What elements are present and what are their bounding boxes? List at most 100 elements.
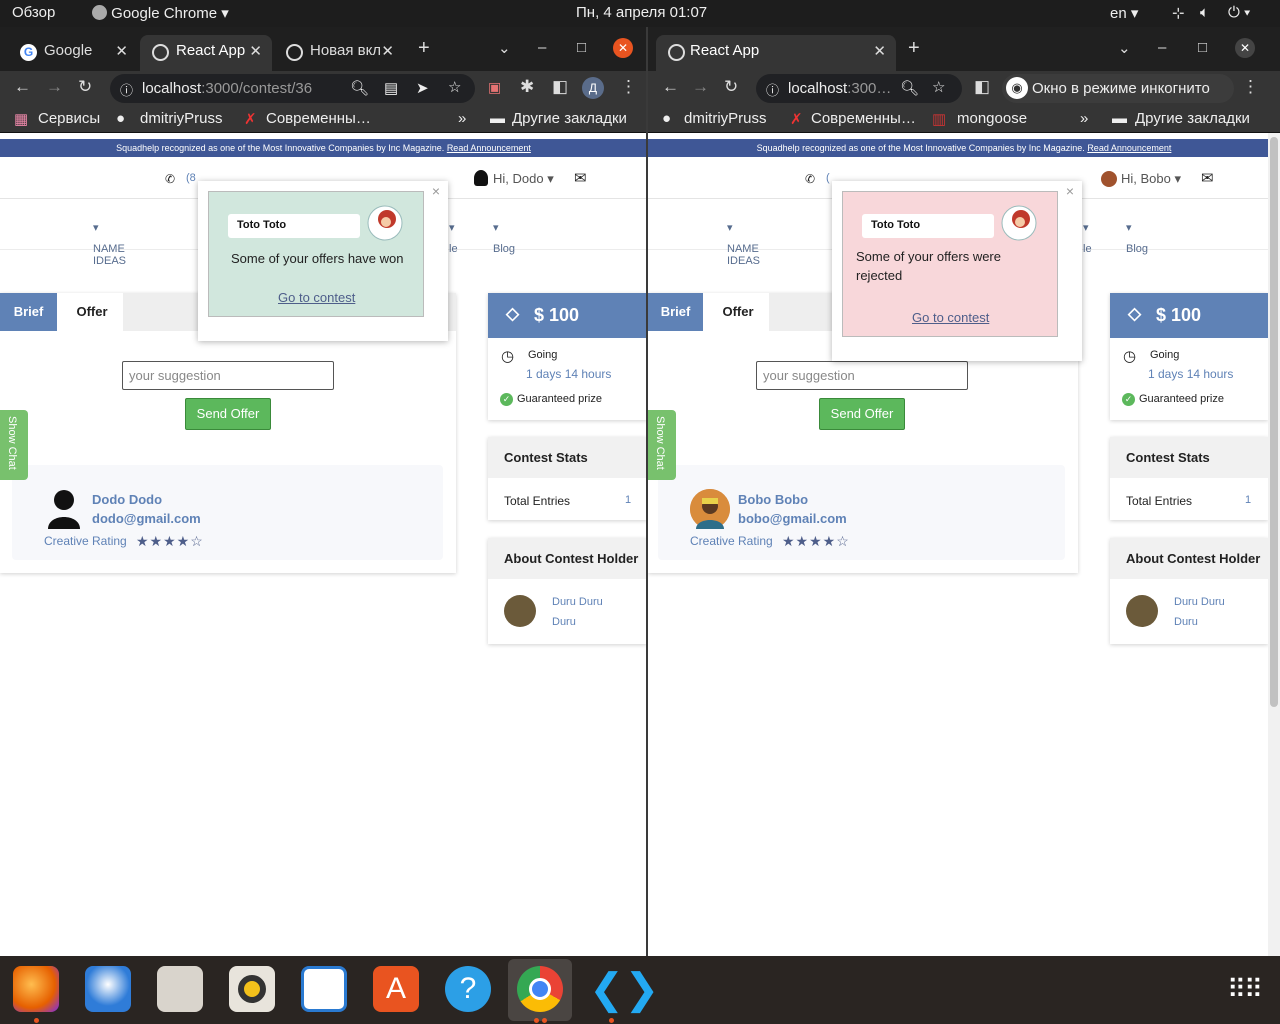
network-icon[interactable]: ⊹ (1172, 4, 1185, 22)
menu-icon[interactable]: ⋮ (1242, 77, 1259, 97)
tab-new[interactable]: Новая вкл ✕ (274, 35, 404, 71)
close-tab-icon[interactable]: ✕ (115, 42, 128, 60)
bookmark-services[interactable]: Сервисы (38, 110, 100, 127)
nav-name-ideas[interactable]: NAME IDEAS ▾ (727, 221, 760, 267)
back-icon[interactable]: ← (14, 77, 31, 97)
nav-item[interactable]: le ▾ (1083, 221, 1092, 255)
forward-icon[interactable]: → (692, 77, 709, 97)
send-offer-button[interactable]: Send Offer (819, 398, 905, 430)
vscode-icon[interactable]: ❮❯ (589, 966, 659, 1012)
tab-brief[interactable]: Brief (0, 293, 57, 331)
thunderbird-icon[interactable] (85, 966, 131, 1012)
maximize-button[interactable]: □ (1198, 39, 1207, 56)
tab-search-icon[interactable]: ⌄ (498, 39, 511, 57)
user-greeting[interactable]: Hi, Bobo ▾ (1121, 171, 1181, 187)
reader-icon[interactable]: ▤ (384, 79, 398, 97)
send-offer-button[interactable]: Send Offer (185, 398, 271, 430)
suggestion-input[interactable]: your suggestion (756, 361, 968, 390)
bookmark-modern[interactable]: Современны… (811, 110, 916, 127)
bookmark-star-icon[interactable]: ☆ (932, 78, 945, 96)
mail-icon[interactable]: ✉ (1201, 169, 1214, 187)
suggestion-input[interactable]: your suggestion (122, 361, 334, 390)
bookmark-star-icon[interactable]: ☆ (448, 78, 461, 96)
tab-brief[interactable]: Brief (648, 293, 703, 331)
menu-icon[interactable]: ⋮ (620, 77, 637, 97)
entry-name[interactable]: Bobo Bobo (738, 492, 808, 507)
tab-react-app[interactable]: React App ✕ (140, 35, 272, 71)
bookmark-dmitriypruss[interactable]: dmitriyPruss (684, 110, 767, 127)
address-bar[interactable]: ⓘ localhost:300… 🔍︎ ☆ (756, 74, 962, 103)
show-chat-tab[interactable]: Show Chat (0, 410, 28, 480)
go-to-contest-link[interactable]: Go to contest (912, 310, 989, 325)
close-tab-icon[interactable]: ✕ (249, 42, 262, 60)
info-icon[interactable]: ⓘ (766, 80, 779, 99)
send-icon[interactable]: ➤ (416, 79, 429, 97)
bookmark-modern[interactable]: Современны… (266, 110, 371, 127)
activities-button[interactable]: Обзор (12, 4, 55, 21)
scrollbar[interactable] (1268, 133, 1280, 956)
forward-icon[interactable]: → (46, 77, 63, 97)
apps-grid-icon[interactable]: ▦ (14, 110, 28, 128)
rhythmbox-icon[interactable] (229, 966, 275, 1012)
user-greeting[interactable]: Hi, Dodo ▾ (493, 171, 554, 187)
nav-blog[interactable]: Blog ▾ (493, 221, 515, 255)
extension-icon[interactable]: ▣ (488, 79, 501, 96)
other-bookmarks[interactable]: Другие закладки (512, 110, 627, 127)
back-icon[interactable]: ← (662, 77, 679, 97)
volume-icon[interactable]: 🔈︎ (1200, 4, 1209, 21)
app-menu[interactable]: Google Chrome ▾ (92, 4, 229, 22)
app-grid-icon[interactable]: ⠿⠿ (1221, 966, 1267, 1012)
help-icon[interactable]: ? (445, 966, 491, 1012)
go-to-contest-link[interactable]: Go to contest (278, 290, 355, 305)
minimize-button[interactable]: – (538, 39, 546, 56)
puzzle-icon[interactable]: ✱ (520, 77, 534, 97)
other-bookmarks[interactable]: Другие закладки (1135, 110, 1250, 127)
writer-icon[interactable] (301, 966, 347, 1012)
nav-blog[interactable]: Blog ▾ (1126, 221, 1148, 255)
address-bar[interactable]: ⓘ localhost:3000/contest/36 🔍︎ ▤ ➤ ☆ (110, 74, 475, 103)
close-tab-icon[interactable]: ✕ (873, 42, 886, 60)
close-window-button[interactable]: ✕ (613, 38, 633, 58)
new-tab-button[interactable]: + (418, 37, 430, 60)
language-indicator[interactable]: en ▾ (1110, 4, 1138, 22)
tab-search-icon[interactable]: ⌄ (1118, 39, 1131, 57)
power-icon[interactable]: ⏻ ▾ (1228, 4, 1250, 21)
read-announcement-link[interactable]: Read Announcement (447, 143, 531, 153)
zoom-icon[interactable]: 🔍︎ (900, 79, 919, 97)
tab-offer[interactable]: Offer (61, 293, 123, 331)
reload-icon[interactable]: ↻ (78, 77, 92, 97)
profile-avatar[interactable]: Д (582, 77, 604, 99)
rating-stars[interactable]: ★★★★☆ (136, 533, 204, 550)
entry-name[interactable]: Dodo Dodo (92, 492, 162, 507)
close-icon[interactable]: × (432, 183, 440, 199)
chrome-icon[interactable] (517, 966, 563, 1012)
nav-name-ideas[interactable]: NAME IDEAS ▾ (93, 221, 126, 267)
minimize-button[interactable]: – (1158, 39, 1166, 56)
bookmark-dmitriypruss[interactable]: dmitriyPruss (140, 110, 223, 127)
reload-icon[interactable]: ↻ (724, 77, 738, 97)
close-tab-icon[interactable]: ✕ (381, 42, 394, 60)
more-bookmarks-icon[interactable]: » (458, 110, 466, 127)
app-center-icon[interactable]: A (373, 966, 419, 1012)
close-icon[interactable]: × (1066, 183, 1074, 199)
files-icon[interactable] (157, 966, 203, 1012)
sidepanel-icon[interactable]: ◧ (974, 77, 990, 97)
nav-item[interactable]: le ▾ (449, 221, 458, 255)
tab-react-app[interactable]: React App ✕ (656, 35, 896, 71)
new-tab-button[interactable]: + (908, 37, 920, 60)
close-window-button[interactable]: ✕ (1235, 38, 1255, 58)
zoom-icon[interactable]: 🔍︎ (350, 79, 369, 97)
read-announcement-link[interactable]: Read Announcement (1087, 143, 1171, 153)
incognito-badge[interactable]: ◉ Окно в режиме инкогнито (1002, 74, 1234, 103)
show-chat-tab[interactable]: Show Chat (648, 410, 676, 480)
info-icon[interactable]: ⓘ (120, 80, 133, 99)
tab-google[interactable]: G Google ✕ (8, 35, 138, 71)
scrollbar-thumb[interactable] (1270, 137, 1278, 707)
rating-stars[interactable]: ★★★★☆ (782, 533, 850, 550)
maximize-button[interactable]: □ (577, 39, 586, 56)
mail-icon[interactable]: ✉ (574, 169, 587, 187)
tab-offer[interactable]: Offer (707, 293, 769, 331)
bookmark-mongoose[interactable]: mongoose (957, 110, 1027, 127)
sidepanel-icon[interactable]: ◧ (552, 77, 568, 97)
more-bookmarks-icon[interactable]: » (1080, 110, 1088, 127)
